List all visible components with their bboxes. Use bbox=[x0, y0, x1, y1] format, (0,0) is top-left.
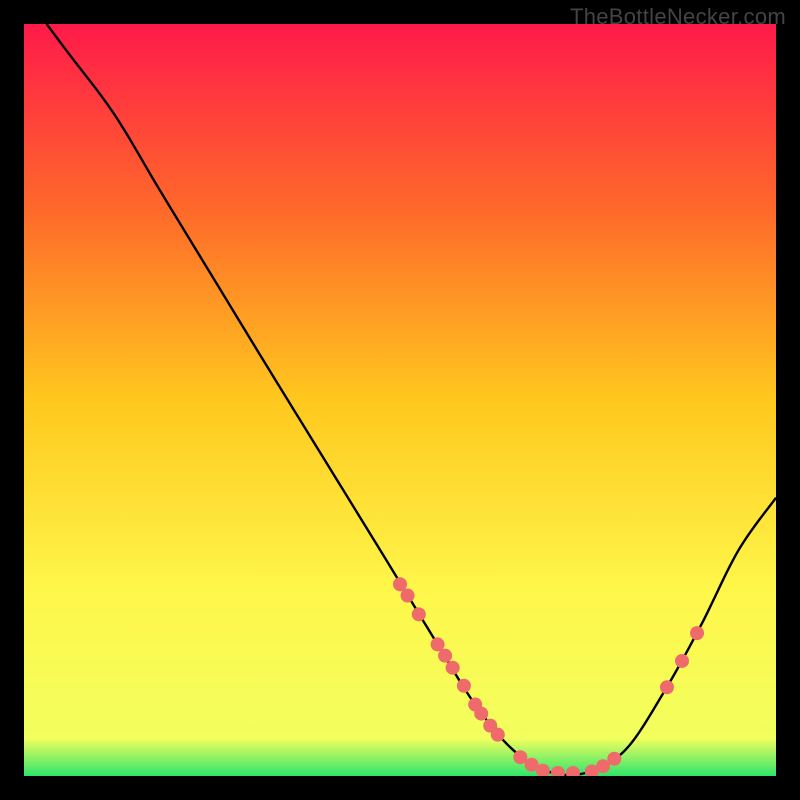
data-marker bbox=[675, 654, 689, 668]
data-marker bbox=[401, 589, 415, 603]
chart-svg bbox=[24, 24, 776, 776]
data-marker bbox=[690, 626, 704, 640]
data-marker bbox=[438, 649, 452, 663]
gradient-background bbox=[24, 24, 776, 776]
data-marker bbox=[446, 661, 460, 675]
data-marker bbox=[660, 680, 674, 694]
data-marker bbox=[491, 728, 505, 742]
chart-area bbox=[24, 24, 776, 776]
data-marker bbox=[607, 752, 621, 766]
data-marker bbox=[457, 679, 471, 693]
watermark-text: TheBottleNecker.com bbox=[570, 4, 786, 30]
data-marker bbox=[412, 607, 426, 621]
data-marker bbox=[474, 707, 488, 721]
